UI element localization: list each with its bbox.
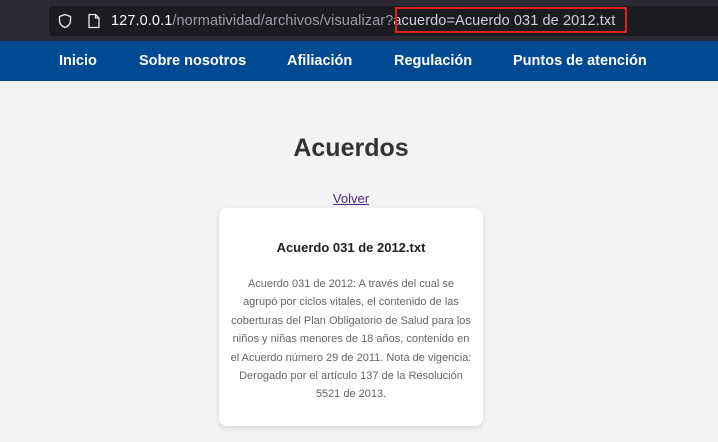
browser-toolbar: 127.0.0.1/normatividad/archivos/visualiz… <box>0 0 718 41</box>
nav-item-regulacion[interactable]: Regulación <box>394 41 472 81</box>
url-host: 127.0.0.1 <box>111 13 173 29</box>
back-link[interactable]: Volver <box>0 191 702 206</box>
shield-icon[interactable] <box>57 13 73 29</box>
page-title: Acuerdos <box>293 134 409 162</box>
url-query-highlight <box>395 7 627 33</box>
nav-item-inicio[interactable]: Inicio <box>59 41 97 81</box>
document-title: Acuerdo 031 de 2012.txt <box>276 240 426 255</box>
address-bar[interactable]: 127.0.0.1/normatividad/archivos/visualiz… <box>49 6 718 36</box>
document-card: Acuerdo 031 de 2012.txt Acuerdo 031 de 2… <box>219 208 483 426</box>
nav-item-sobre-nosotros[interactable]: Sobre nosotros <box>139 41 246 81</box>
nav-item-puntos-de-atencion[interactable]: Puntos de atención <box>513 41 647 81</box>
main-nav: Inicio Sobre nosotros Afiliación Regulac… <box>0 41 718 81</box>
page-icon <box>88 13 100 29</box>
nav-item-afiliacion[interactable]: Afiliación <box>287 41 352 81</box>
document-content: Acuerdo 031 de 2012: A través del cual s… <box>230 278 472 401</box>
url-path: /normatividad/archivos/visualizar? <box>172 13 394 29</box>
